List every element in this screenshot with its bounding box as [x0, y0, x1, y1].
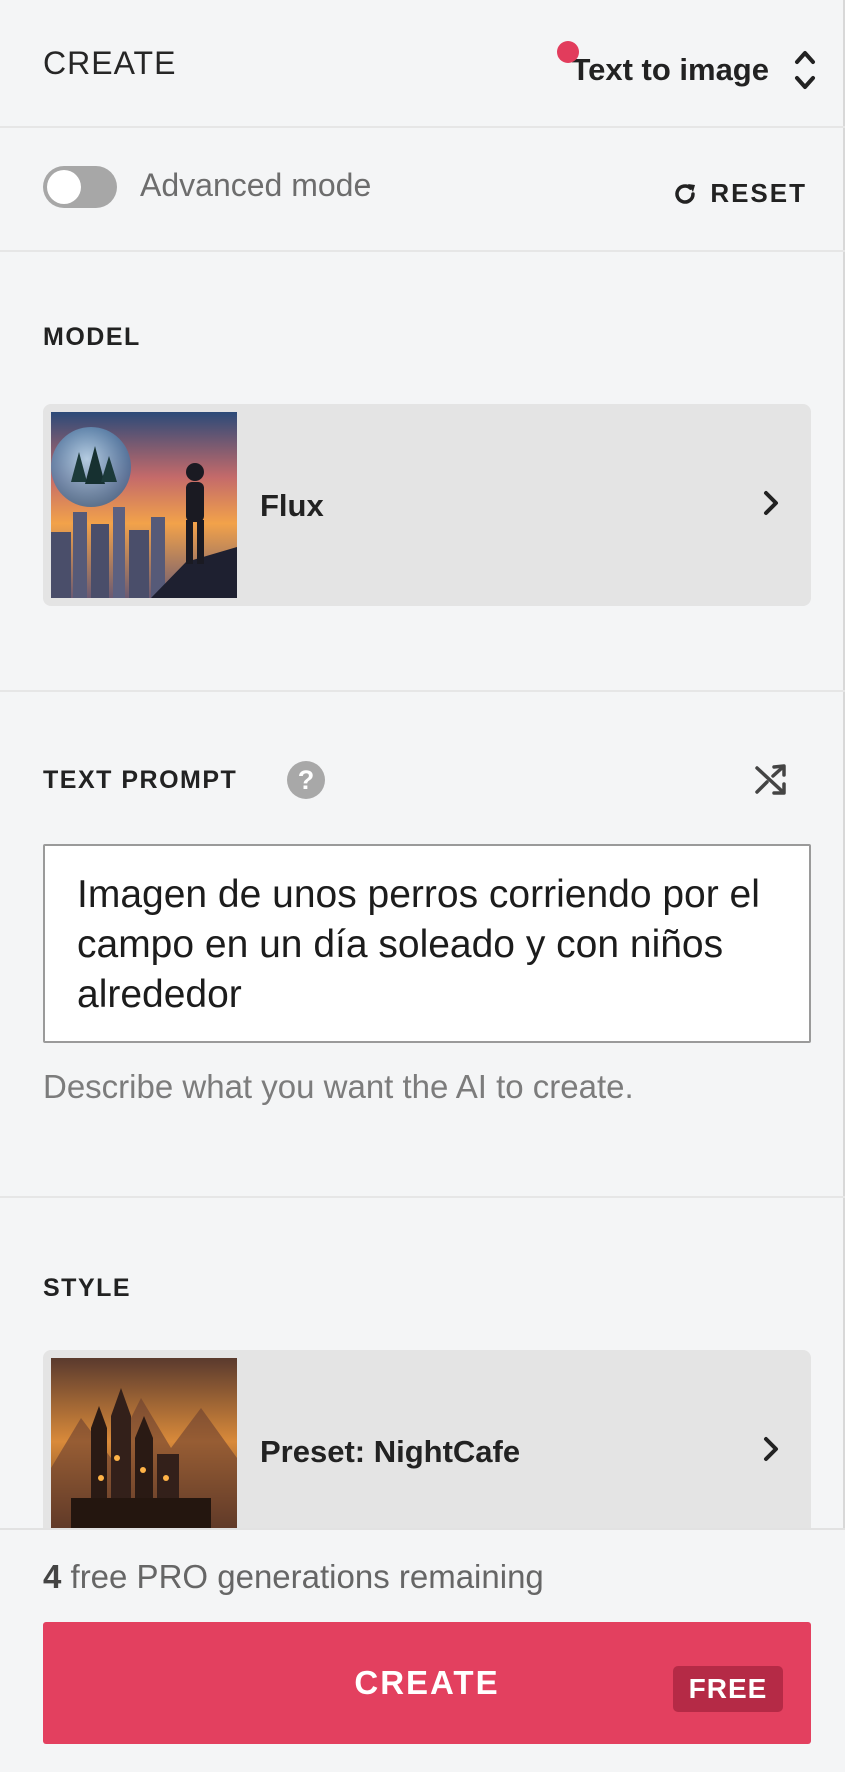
- panel-header: CREATE Text to image: [0, 0, 845, 128]
- sort-updown-icon: [793, 47, 817, 93]
- model-thumbnail: [51, 412, 237, 598]
- text-prompt-section-label: TEXT PROMPT: [43, 766, 238, 794]
- panel-title: CREATE: [43, 45, 177, 81]
- shuffle-icon[interactable]: [753, 762, 789, 803]
- mode-select[interactable]: Text to image: [557, 41, 817, 95]
- section-divider: [0, 1196, 845, 1198]
- help-icon[interactable]: ?: [287, 761, 325, 799]
- style-section-label: STYLE: [43, 1274, 132, 1302]
- reset-button[interactable]: RESET: [672, 178, 807, 209]
- reset-label: RESET: [710, 178, 807, 208]
- free-generations-count: 4: [43, 1558, 62, 1595]
- advanced-mode-row: Advanced mode RESET: [0, 130, 845, 252]
- prompt-helper-text: Describe what you want the AI to create.: [43, 1068, 634, 1105]
- toggle-knob: [47, 170, 81, 204]
- section-divider: [0, 690, 845, 692]
- style-name: Preset: NightCafe: [260, 1434, 521, 1469]
- create-panel: CREATE Text to image Advanced mode RESET…: [0, 0, 845, 1772]
- create-footer: 4 free PRO generations remaining CREATE …: [0, 1528, 845, 1772]
- model-name: Flux: [260, 488, 324, 523]
- mode-select-label: Text to image: [571, 52, 769, 87]
- model-selector[interactable]: Flux: [43, 404, 811, 606]
- model-section-label: MODEL: [43, 323, 141, 351]
- text-prompt-input[interactable]: Imagen de unos perros corriendo por el c…: [43, 844, 811, 1043]
- advanced-mode-label: Advanced mode: [140, 167, 372, 203]
- create-button[interactable]: CREATE FREE: [43, 1622, 811, 1744]
- free-badge: FREE: [673, 1666, 783, 1712]
- free-generations-text: 4 free PRO generations remaining: [43, 1558, 544, 1596]
- chevron-right-icon: [761, 1434, 781, 1469]
- style-selector[interactable]: Preset: NightCafe: [43, 1350, 811, 1552]
- chevron-right-icon: [761, 488, 781, 523]
- advanced-mode-toggle[interactable]: [43, 166, 117, 208]
- refresh-icon: [675, 183, 696, 204]
- free-generations-label: free PRO generations remaining: [61, 1558, 544, 1595]
- style-thumbnail: [51, 1358, 237, 1544]
